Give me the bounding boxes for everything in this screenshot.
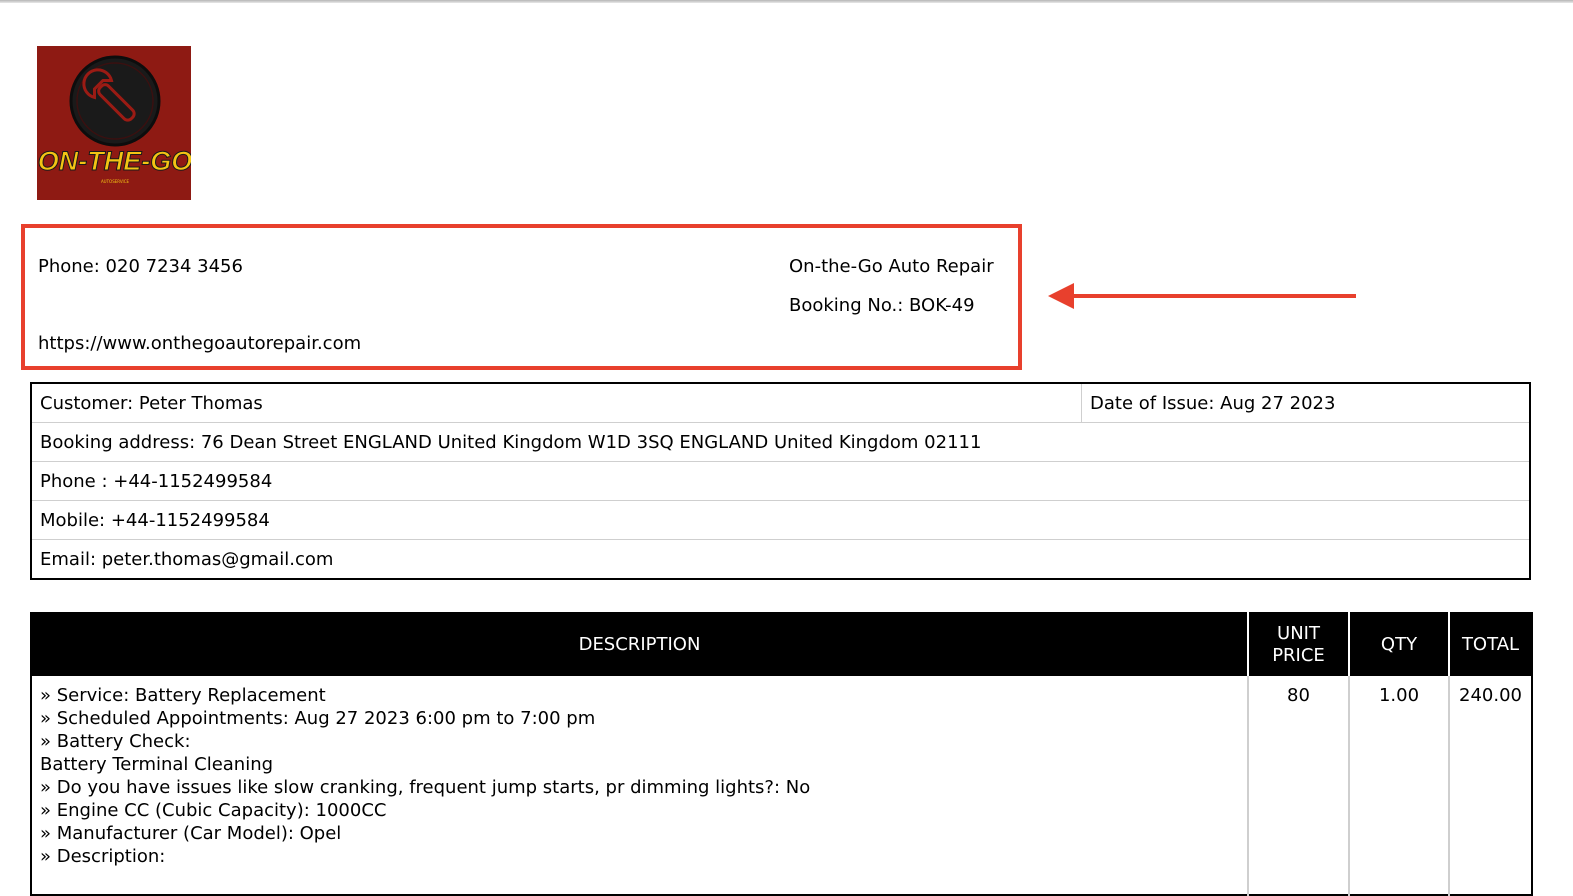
header-unit-price: UNIT PRICE (1247, 613, 1349, 676)
table-row: Mobile: +44-1152499584 (30, 500, 1531, 540)
table-row: Phone : +44-1152499584 (30, 461, 1531, 501)
logo-sub-text: AUTOSERVICE (101, 179, 130, 184)
booking-number: Booking No.: BOK-49 (789, 295, 975, 316)
header-description: DESCRIPTION (31, 613, 1248, 676)
item-qty: 1.00 (1348, 676, 1449, 895)
items-header-row: DESCRIPTION UNIT PRICE QTY TOTAL (31, 613, 1532, 676)
table-row: Email: peter.thomas@gmail.com (30, 539, 1531, 580)
company-name: On-the-Go Auto Repair (789, 256, 994, 277)
customer-info-table: Customer: Peter Thomas Date of Issue: Au… (30, 382, 1531, 580)
table-row: » Service: Battery Replacement » Schedul… (31, 676, 1532, 895)
table-row: Customer: Peter Thomas Date of Issue: Au… (30, 383, 1531, 423)
header-total: TOTAL (1448, 613, 1532, 676)
description-line: » Manufacturer (Car Model): Opel (40, 823, 342, 844)
description-line: Battery Terminal Cleaning (40, 754, 274, 775)
company-info-highlight-box: Phone: 020 7234 3456 https://www.onthego… (21, 224, 1022, 370)
top-edge-shadow (0, 0, 1573, 3)
customer-phone: Phone : +44-1152499584 (30, 461, 1531, 501)
description-line: » Description: (40, 846, 166, 867)
description-line: » Scheduled Appointments: Aug 27 2023 6:… (40, 708, 596, 729)
description-line: » Battery Check: (40, 731, 191, 752)
company-phone: Phone: 020 7234 3456 (38, 256, 243, 277)
booking-address: Booking address: 76 Dean Street ENGLAND … (30, 422, 1531, 462)
company-logo: ON-THE-GO AUTOSERVICE (37, 46, 191, 200)
description-line: » Service: Battery Replacement (40, 685, 326, 706)
customer-name: Customer: Peter Thomas (30, 383, 1082, 423)
header-qty: QTY (1348, 613, 1449, 676)
table-row: Booking address: 76 Dean Street ENGLAND … (30, 422, 1531, 462)
logo-brand-text: ON-THE-GO (38, 146, 191, 176)
customer-email: Email: peter.thomas@gmail.com (30, 539, 1531, 580)
item-total: 240.00 (1448, 676, 1532, 895)
customer-mobile: Mobile: +44-1152499584 (30, 500, 1531, 540)
item-unit-price: 80 (1247, 676, 1349, 895)
company-website[interactable]: https://www.onthegoautorepair.com (38, 333, 361, 355)
date-of-issue: Date of Issue: Aug 27 2023 (1081, 383, 1531, 423)
description-line: » Do you have issues like slow cranking,… (40, 777, 811, 798)
annotation-arrow-icon (1048, 283, 1356, 309)
item-description: » Service: Battery Replacement » Schedul… (31, 676, 1248, 895)
items-table: DESCRIPTION UNIT PRICE QTY TOTAL » Servi… (30, 612, 1533, 896)
header-unit-price-line1: UNIT (1277, 623, 1320, 644)
description-line: » Engine CC (Cubic Capacity): 1000CC (40, 800, 387, 821)
header-unit-price-line2: PRICE (1272, 645, 1325, 666)
